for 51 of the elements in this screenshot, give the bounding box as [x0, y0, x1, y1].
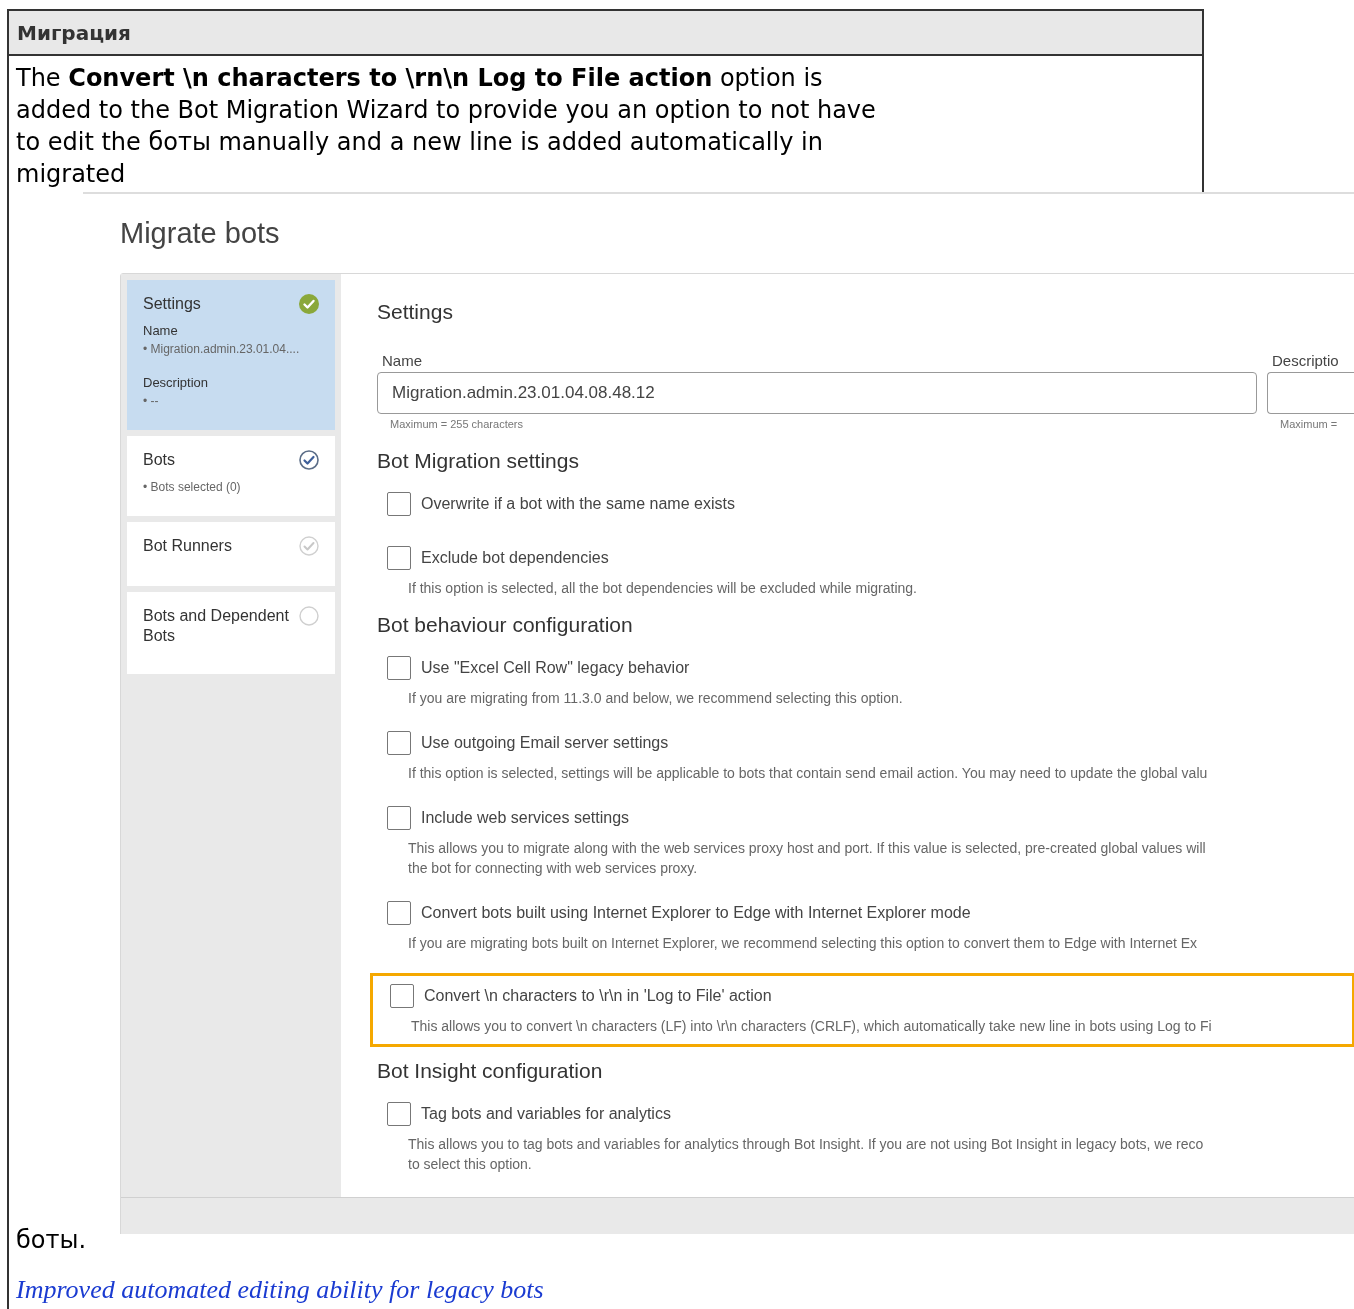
wizard-step[interactable]: Bot Runners: [127, 522, 335, 587]
checkbox[interactable]: [387, 492, 411, 517]
option-label: Convert bots built using Internet Explorer to Edge with Internet Explorer mode: [421, 903, 971, 924]
description-input-field[interactable]: [1267, 372, 1354, 415]
option-help-text: This allows you to migrate along with the web services proxy host and port. If this value is selected, pre-created global values will the bot for connecting with web services proxy.: [408, 839, 1207, 879]
checkbox[interactable]: [387, 731, 411, 756]
paragraph-text: The Convert \n characters to \rn\n Log to File action option is added to the Bot Migration Wizard to provide you an option to not have to edit the боты manually and a new line is added automatically in migrated: [16, 63, 877, 191]
field-label: Name: [382, 352, 423, 371]
field-hint: Maximum = 255 characters: [390, 417, 524, 432]
step-detail-label: Name: [143, 322, 179, 341]
checkbox[interactable]: [387, 806, 411, 831]
option-help-text: If this option is selected, settings will be applicable to bots that contain send email action. You may need to update the global valu: [408, 764, 1209, 784]
option-help-text: This allows you to convert \n characters (LF) into \r\n characters (CRLF), which automatically take new line in bots using Log to Fi: [411, 1017, 1213, 1037]
checkbox[interactable]: [387, 546, 411, 571]
option-help-text: This allows you to tag bots and variables for analytics through Bot Insight. If you are not using Bot Insight in legacy bots, we reco to select this option.: [408, 1135, 1205, 1175]
table-header: Миграция: [9, 9, 1204, 57]
checkbox[interactable]: [390, 984, 414, 1009]
checkbox[interactable]: [387, 901, 411, 926]
field-hint: Maximum =: [1280, 417, 1339, 432]
option-label: Exclude bot dependencies: [421, 548, 609, 569]
section-heading: Bot Insight configuration: [377, 1058, 604, 1085]
step-detail-value: • Bots selected (0): [143, 479, 242, 497]
paragraph-text: боты.: [16, 1225, 88, 1256]
step-detail-label: Description: [143, 374, 210, 393]
option-label: Use "Excel Cell Row" legacy behavior: [421, 658, 690, 679]
step-detail-value: • Migration.admin.23.01.04....: [143, 341, 301, 359]
option-help-text: If you are migrating bots built on Internet Explorer, we recommend selecting this option to convert them to Edge with Internet Ex: [408, 934, 1199, 954]
field-label: Descriptio: [1272, 352, 1340, 371]
option-label: Use outgoing Email server settings: [421, 733, 669, 754]
wizard-step[interactable]: Bots • Bots selected (0): [127, 436, 335, 517]
step-title: Bot Runners: [143, 536, 233, 557]
form-heading: Settings: [377, 299, 454, 326]
screenshot-title: Migrate bots: [120, 216, 281, 252]
option-help-text: If this option is selected, all the bot dependencies will be excluded while migrating.: [408, 579, 918, 599]
name-input-field[interactable]: Migration.admin.23.01.04.08.48.12: [377, 372, 1257, 415]
step-detail-value: • --: [143, 393, 160, 411]
step-title: Bots: [143, 450, 176, 471]
section-heading: Bot Migration settings: [377, 448, 580, 475]
checkbox[interactable]: [387, 656, 411, 681]
legacy-bots-link[interactable]: Improved automated editing ability for legacy bots: [16, 1270, 1204, 1309]
option-label: Tag bots and variables for analytics: [421, 1104, 671, 1125]
wizard-step[interactable]: Settings Name • Migration.admin.23.01.04.... Description • --: [127, 280, 335, 431]
option-label: Overwrite if a bot with the same name exists: [421, 494, 735, 515]
step-title: Settings: [143, 294, 202, 315]
section-heading: Bot behaviour configuration: [377, 612, 634, 639]
option-help-text: If you are migrating from 11.3.0 and below, we recommend selecting this option.: [408, 689, 904, 709]
wizard-step[interactable]: Bots and Dependent Bots: [127, 592, 335, 675]
option-label: Include web services settings: [421, 808, 630, 829]
checkbox[interactable]: [387, 1102, 411, 1127]
step-title: Bots and Dependent Bots: [143, 606, 290, 647]
option-label: Convert \n characters to \r\n in 'Log to File' action: [424, 986, 772, 1007]
